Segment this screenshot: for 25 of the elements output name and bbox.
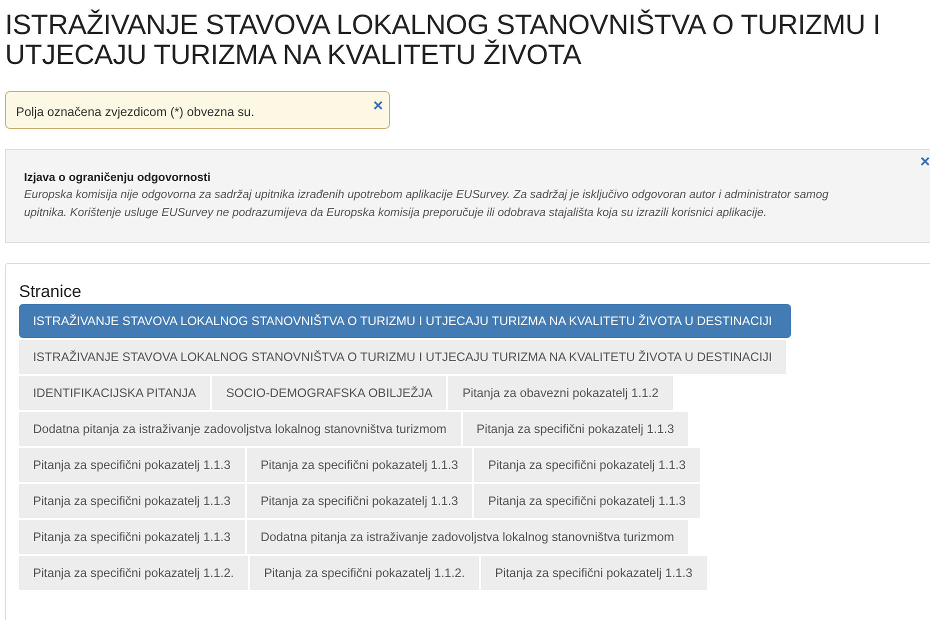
page-link[interactable]: Pitanja za specifični pokazatelj 1.1.3	[19, 520, 245, 554]
page-link[interactable]: Pitanja za specifični pokazatelj 1.1.3	[19, 484, 245, 518]
page-link[interactable]: Pitanja za obavezni pokazatelj 1.1.2	[448, 376, 673, 410]
page-link[interactable]: Dodatna pitanja za istraživanje zadovoljstva lokalnog stanovništva turizmom	[246, 520, 688, 554]
required-fields-notice: Polja označena zvjezdicom (*) obvezna su.	[16, 104, 254, 121]
disclaimer-text: Europska komisija nije odgovorna za sadržaj upitnika izrađenih upotrebom aplikacije EUSurvey. Za sadržaj je isključivo odgovoran autor i administrator samog upitnika. Korištenje usluge EUSurvey ne podrazumijeva da Europska komisija preporučuje ili odobrava stajališta koja su izrazili korisnici aplikacije.	[24, 188, 830, 221]
close-button[interactable]: ×	[920, 153, 930, 170]
page-link[interactable]: ISTRAŽIVANJE STAVOVA LOKALNOG STANOVNIŠTVA O TURIZMU I UTJECAJU TURIZMA NA KVALITETU ŽIVOTA U DESTINACIJI	[19, 304, 791, 338]
close-button[interactable]: ×	[373, 97, 383, 114]
pages-heading: Stranice	[19, 282, 82, 302]
page-link[interactable]: Pitanja za specifični pokazatelj 1.1.2.	[250, 556, 479, 590]
page-link[interactable]: Pitanja za specifični pokazatelj 1.1.2.	[19, 556, 248, 590]
page-title: ISTRAŽIVANJE STAVOVA LOKALNOG STANOVNIŠTVA O TURIZMU I UTJECAJU TURIZMA NA KVALITETU ŽIVOTA	[4, 8, 882, 70]
page-link[interactable]: Pitanja za specifični pokazatelj 1.1.3	[462, 412, 688, 446]
page-link[interactable]: Pitanja za specifični pokazatelj 1.1.3	[246, 448, 472, 482]
page-link[interactable]: Pitanja za specifični pokazatelj 1.1.3	[480, 556, 706, 590]
page-link[interactable]: IDENTIFIKACIJSKA PITANJA	[19, 376, 210, 410]
page-link[interactable]: Dodatna pitanja za istraživanje zadovoljstva lokalnog stanovništva turizmom	[19, 412, 461, 446]
page-link[interactable]: Pitanja za specifični pokazatelj 1.1.3	[246, 484, 472, 518]
page-link[interactable]: Pitanja za specifični pokazatelj 1.1.3	[474, 484, 700, 518]
page-link[interactable]: Pitanja za specifični pokazatelj 1.1.3	[474, 448, 700, 482]
page-link[interactable]: ISTRAŽIVANJE STAVOVA LOKALNOG STANOVNIŠTVA O TURIZMU I UTJECAJU TURIZMA NA KVALITETU ŽIVOTA U DESTINACIJI	[19, 340, 786, 374]
page-link[interactable]: SOCIO-DEMOGRAFSKA OBILJEŽJA	[212, 376, 446, 410]
disclaimer-heading: Izjava o ograničenju odgovornosti	[24, 171, 212, 186]
page-link[interactable]: Pitanja za specifični pokazatelj 1.1.3	[19, 448, 245, 482]
